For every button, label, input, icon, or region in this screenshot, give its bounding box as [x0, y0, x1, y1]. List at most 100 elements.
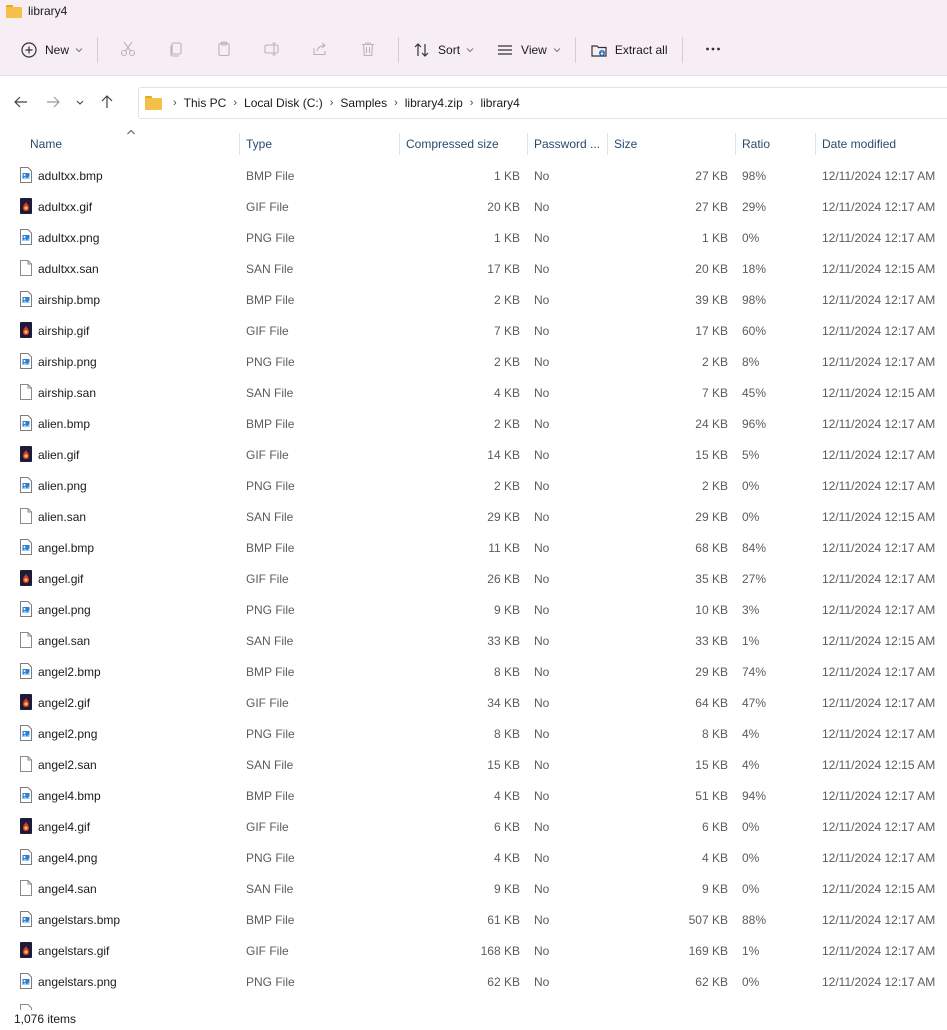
file-row[interactable]: airship.png PNG File 2 KB No 2 KB 8% 12/11/202…	[0, 346, 947, 377]
file-row[interactable]: angel4.san SAN File 9 KB No 9 KB 0% 12/11/2024…	[0, 873, 947, 904]
copy-button[interactable]	[152, 34, 200, 66]
column-divider[interactable]	[607, 133, 608, 155]
image-file-icon	[20, 787, 32, 803]
file-row[interactable]: angelstars.bmp BMP File 61 KB No 507 KB 88% 12…	[0, 904, 947, 935]
file-ratio: 27%	[742, 571, 767, 586]
file-row[interactable]: alien.gif GIF File 14 KB No 15 KB 5% 12/11/202…	[0, 439, 947, 470]
toolbar-separator	[398, 37, 400, 63]
image-file-icon	[20, 725, 32, 741]
delete-button[interactable]	[344, 34, 392, 66]
up-button[interactable]	[91, 87, 123, 119]
column-divider[interactable]	[815, 133, 816, 155]
file-row[interactable]: angel.san SAN File 33 KB No 33 KB 1% 12/11/202…	[0, 625, 947, 656]
file-row[interactable]: angel.bmp BMP File 11 KB No 68 KB 84% 12/11/20…	[0, 532, 947, 563]
column-divider[interactable]	[527, 133, 528, 155]
blank-file-icon	[20, 880, 32, 896]
file-password-protected: No	[534, 168, 550, 183]
breadcrumb-local-disk[interactable]: Local Disk (C:)	[244, 96, 323, 110]
blank-file-icon	[20, 756, 32, 772]
trash-icon	[359, 40, 377, 61]
column-name[interactable]: Name	[30, 128, 62, 160]
column-divider[interactable]	[399, 133, 400, 155]
file-name: alien.png	[38, 478, 87, 493]
file-row[interactable]: angelstars.gif GIF File 168 KB No 169 KB 1% 12…	[0, 935, 947, 966]
extract-all-button[interactable]: Extract all	[582, 34, 676, 66]
paste-button[interactable]	[200, 34, 248, 66]
back-button[interactable]	[5, 87, 37, 119]
column-type[interactable]: Type	[246, 128, 272, 160]
file-compressed-size: 8 KB	[493, 664, 520, 679]
file-row[interactable]: angel2.gif GIF File 34 KB No 64 KB 47% 12/11/2…	[0, 687, 947, 718]
file-row[interactable]: adultxx.bmp BMP File 1 KB No 27 KB 98% 12/11/2…	[0, 160, 947, 191]
file-date-modified: 12/11/2024 12:15 AM	[822, 385, 936, 400]
file-date-modified: 12/11/2024 12:17 AM	[822, 974, 936, 989]
file-row[interactable]: angelstars.png PNG File 62 KB No 62 KB 0% 12/1…	[0, 966, 947, 997]
column-date-modified[interactable]: Date modified	[822, 128, 896, 160]
file-row[interactable]: angel.gif GIF File 26 KB No 35 KB 27% 12/11/20…	[0, 563, 947, 594]
file-compressed-size: 2 KB	[493, 354, 520, 369]
file-row[interactable]: angel4.gif GIF File 6 KB No 6 KB 0% 12/11/2024…	[0, 811, 947, 842]
file-type: PNG File	[246, 850, 295, 865]
cut-button[interactable]	[104, 34, 152, 66]
file-row[interactable]: adultxx.gif GIF File 20 KB No 27 KB 29% 12/11/…	[0, 191, 947, 222]
file-name: adultxx.san	[38, 261, 99, 276]
breadcrumb-library4[interactable]: library4	[480, 96, 519, 110]
file-row[interactable]: angel.png PNG File 9 KB No 10 KB 3% 12/11/2024…	[0, 594, 947, 625]
file-row[interactable]: airship.bmp BMP File 2 KB No 39 KB 98% 12/11/2…	[0, 284, 947, 315]
file-row[interactable]: alien.san SAN File 29 KB No 29 KB 0% 12/11/202…	[0, 501, 947, 532]
file-row[interactable]: airship.gif GIF File 7 KB No 17 KB 60% 12/11/2…	[0, 315, 947, 346]
file-row[interactable]: angel2.bmp BMP File 8 KB No 29 KB 74% 12/11/20…	[0, 656, 947, 687]
file-ratio: 0%	[742, 230, 760, 245]
gif-file-icon	[20, 570, 32, 586]
column-divider[interactable]	[735, 133, 736, 155]
file-ratio: 4%	[742, 726, 760, 741]
file-name: adultxx.png	[38, 230, 100, 245]
address-bar[interactable]: › This PC › Local Disk (C:) › Samples › …	[138, 87, 947, 119]
file-row[interactable]: angel2.png PNG File 8 KB No 8 KB 4% 12/11/2024…	[0, 718, 947, 749]
column-compressed-size[interactable]: Compressed size	[406, 128, 499, 160]
share-button[interactable]	[296, 34, 344, 66]
file-type: SAN File	[246, 261, 294, 276]
column-divider[interactable]	[239, 133, 240, 155]
column-size[interactable]: Size	[614, 128, 637, 160]
share-icon	[311, 40, 329, 61]
file-ratio: 0%	[742, 509, 760, 524]
breadcrumb-this-pc[interactable]: This PC	[184, 96, 227, 110]
sort-button[interactable]: Sort	[405, 34, 482, 66]
file-row[interactable]: adultxx.png PNG File 1 KB No 1 KB 0% 12/11/202…	[0, 222, 947, 253]
file-type: SAN File	[246, 385, 294, 400]
file-type: BMP File	[246, 664, 295, 679]
file-compressed-size: 6 KB	[493, 819, 520, 834]
file-password-protected: No	[534, 416, 550, 431]
rename-button[interactable]	[248, 34, 296, 66]
file-name: angel2.bmp	[38, 664, 101, 679]
file-compressed-size: 168 KB	[480, 943, 520, 958]
recent-locations-button[interactable]	[69, 87, 91, 119]
column-header: Name Type Compressed size Password ... S…	[0, 128, 947, 160]
view-button[interactable]: View	[488, 34, 569, 66]
breadcrumb-library4-zip[interactable]: library4.zip	[405, 96, 463, 110]
file-size: 33 KB	[695, 633, 728, 648]
file-password-protected: No	[534, 695, 550, 710]
file-type: GIF File	[246, 695, 289, 710]
column-password[interactable]: Password ...	[534, 128, 600, 160]
file-row[interactable]: alien.png PNG File 2 KB No 2 KB 0% 12/11/2024 …	[0, 470, 947, 501]
file-date-modified: 12/11/2024 12:17 AM	[822, 788, 936, 803]
breadcrumb-samples[interactable]: Samples	[340, 96, 387, 110]
file-date-modified: 12/11/2024 12:17 AM	[822, 540, 936, 555]
new-button[interactable]: New	[12, 34, 91, 66]
file-size: 1 KB	[701, 230, 728, 245]
column-ratio[interactable]: Ratio	[742, 128, 770, 160]
image-file-icon	[20, 663, 32, 679]
file-row[interactable]: alien.bmp BMP File 2 KB No 24 KB 96% 12/11/202…	[0, 408, 947, 439]
file-row[interactable]: airship.san SAN File 4 KB No 7 KB 45% 12/11/20…	[0, 377, 947, 408]
file-size: 9 KB	[701, 881, 728, 896]
file-type: GIF File	[246, 447, 289, 462]
file-row[interactable]: angel4.png PNG File 4 KB No 4 KB 0% 12/11/2024…	[0, 842, 947, 873]
file-row[interactable]: angel4.bmp BMP File 4 KB No 51 KB 94% 12/11/20…	[0, 780, 947, 811]
file-row[interactable]: angel2.san SAN File 15 KB No 15 KB 4% 12/11/20…	[0, 749, 947, 780]
more-options-button[interactable]	[689, 34, 737, 66]
file-password-protected: No	[534, 354, 550, 369]
forward-button[interactable]	[37, 87, 69, 119]
file-row[interactable]: adultxx.san SAN File 17 KB No 20 KB 18% 12/11/…	[0, 253, 947, 284]
